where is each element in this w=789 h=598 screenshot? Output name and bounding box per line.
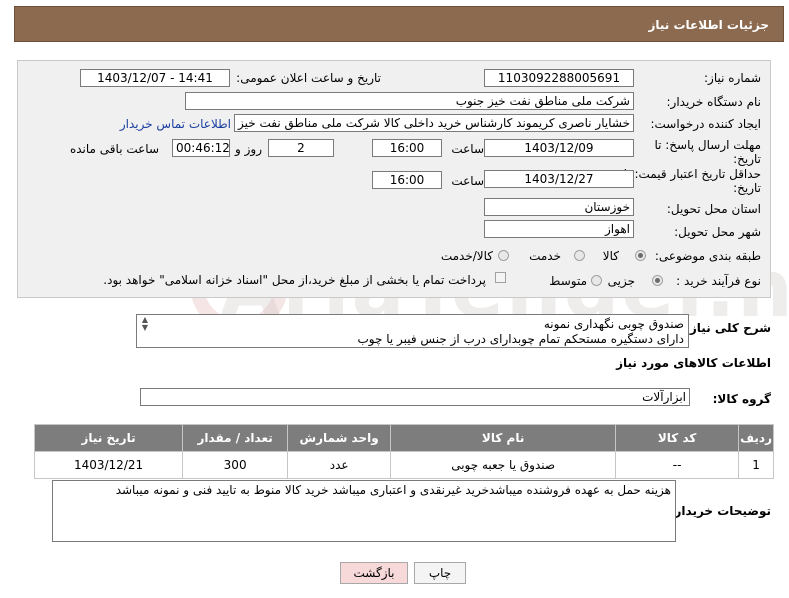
process-label: نوع فرآیند خرید : xyxy=(676,274,761,288)
buyer-org-label: نام دستگاه خریدار: xyxy=(666,95,762,109)
validity-time-field[interactable]: 16:00 xyxy=(372,171,442,189)
remaining-time-field[interactable]: 00:46:12 xyxy=(172,139,230,157)
cell-code: -- xyxy=(615,451,740,479)
description-textarea[interactable]: صندوق چوبی نگهداری نمونه دارای دستگیره م… xyxy=(136,314,689,348)
city-label: شهر محل تحویل: xyxy=(674,225,761,239)
goods-section-title: اطلاعات کالاهای مورد نیاز xyxy=(616,356,771,370)
category-label: طبقه بندی موضوعی: xyxy=(654,249,761,263)
need-number-label: شماره نیاز: xyxy=(704,71,761,85)
goods-group-label: گروه کالا: xyxy=(712,392,771,406)
cell-index: 1 xyxy=(738,451,774,479)
buyer-org-field[interactable]: شرکت ملی مناطق نفت خیز جنوب xyxy=(185,92,634,110)
description-line-2: دارای دستگیره مستحکم تمام چوبدارای درب ا… xyxy=(357,332,684,346)
category-option-service: خدمت xyxy=(529,249,561,263)
creator-label: ایجاد کننده درخواست: xyxy=(650,117,761,131)
process-radio-minor[interactable] xyxy=(652,275,663,286)
goods-table: ردیف کد کالا نام کالا واحد شمارش تعداد /… xyxy=(33,424,774,479)
back-button[interactable]: بازگشت xyxy=(340,562,408,584)
page-header: جزئیات اطلاعات نیاز xyxy=(14,6,784,42)
validity-time-label: ساعت xyxy=(451,174,484,188)
cell-unit: عدد xyxy=(287,451,392,479)
cell-date: 1403/12/21 xyxy=(33,451,184,479)
description-label: شرح کلی نیاز: xyxy=(685,321,771,335)
print-button[interactable]: چاپ xyxy=(414,562,466,584)
buyer-notes-textarea[interactable]: هزینه حمل به عهده فروشنده میباشدخرید غیر… xyxy=(52,480,676,542)
category-option-goods: کالا xyxy=(602,249,619,263)
col-qty: تعداد / مقدار xyxy=(182,424,289,452)
contact-info-link[interactable]: اطلاعات تماس خریدار xyxy=(120,117,231,131)
validity-label-date: تاریخ: xyxy=(733,181,761,195)
creator-field[interactable]: خشایار ناصری کریموند کارشناس خرید داخلی … xyxy=(234,114,634,132)
need-number-field[interactable]: 1103092288005691 xyxy=(484,69,634,87)
days-label: روز و xyxy=(235,142,262,156)
province-field[interactable]: خوزستان xyxy=(484,198,634,216)
process-option-medium: متوسط xyxy=(549,274,587,288)
cell-qty: 300 xyxy=(182,451,289,479)
city-field[interactable]: اهواز xyxy=(484,220,634,238)
deadline-time-field[interactable]: 16:00 xyxy=(372,139,442,157)
col-unit: واحد شمارش xyxy=(287,424,392,452)
table-row[interactable]: 1 -- صندوق یا جعبه چوبی عدد 300 1403/12/… xyxy=(33,451,774,479)
remaining-label: ساعت باقی مانده xyxy=(69,142,159,156)
col-name: نام کالا xyxy=(390,424,617,452)
validity-label: حداقل تاریخ اعتبار قیمت: تا xyxy=(623,167,761,181)
process-radio-medium[interactable] xyxy=(591,275,602,286)
deadline-time-label: ساعت xyxy=(451,142,484,156)
goods-table-header: ردیف کد کالا نام کالا واحد شمارش تعداد /… xyxy=(33,424,774,452)
col-code: کد کالا xyxy=(615,424,740,452)
deadline-label: مهلت ارسال پاسخ: تا xyxy=(654,138,761,152)
category-radio-service[interactable] xyxy=(574,250,585,261)
category-option-goods-service: کالا/خدمت xyxy=(440,249,493,263)
announce-label: تاریخ و ساعت اعلان عمومی: xyxy=(236,71,381,85)
category-radio-goods[interactable] xyxy=(635,250,646,261)
buyer-notes-label: توضیحات خریدار: xyxy=(669,504,771,518)
col-index: ردیف xyxy=(738,424,774,452)
cell-name: صندوق یا جعبه چوبی xyxy=(390,451,617,479)
announce-field[interactable]: 1403/12/07 - 14:41 xyxy=(80,69,230,87)
deadline-label-date: تاریخ: xyxy=(733,152,761,166)
process-option-minor: جزیی xyxy=(607,274,635,288)
page-title: جزئیات اطلاعات نیاز xyxy=(648,18,769,32)
goods-group-field[interactable]: ابزارآلات xyxy=(140,388,690,406)
days-field[interactable]: 2 xyxy=(268,139,334,157)
category-radio-goods-service[interactable] xyxy=(498,250,509,261)
treasury-payment-checkbox[interactable] xyxy=(495,272,506,283)
treasury-payment-note: پرداخت تمام یا بخشی از مبلغ خرید،از محل … xyxy=(103,273,486,287)
col-date: تاریخ نیاز xyxy=(33,424,184,452)
province-label: استان محل تحویل: xyxy=(666,202,761,216)
deadline-date-field[interactable]: 1403/12/09 xyxy=(484,139,634,157)
description-scroll-icon[interactable]: ▲ ▼ xyxy=(138,316,152,346)
validity-date-field[interactable]: 1403/12/27 xyxy=(484,170,634,188)
description-line-1: صندوق چوبی نگهداری نمونه xyxy=(543,317,684,331)
